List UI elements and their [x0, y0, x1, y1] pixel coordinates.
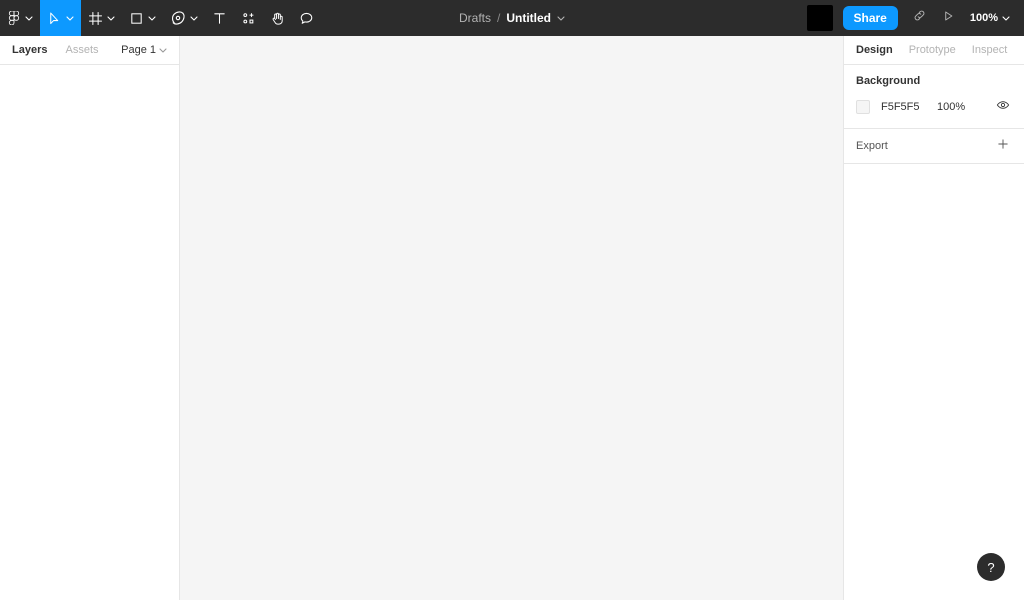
add-export-button[interactable]	[994, 137, 1012, 155]
zoom-chevron-down-icon	[1002, 15, 1010, 21]
toolbar-left-tools	[0, 0, 321, 36]
figma-app-window: Drafts / Untitled Share 100% Layers Asse…	[0, 0, 1024, 600]
tool-resources[interactable]	[234, 0, 263, 36]
left-sidebar: Layers Assets Page 1	[0, 36, 180, 600]
link-icon	[912, 8, 927, 28]
tab-inspect[interactable]: Inspect	[972, 44, 1007, 56]
tool-shape[interactable]	[122, 0, 147, 36]
tool-move-chevron-down-icon[interactable]	[65, 0, 81, 36]
document-menu-chevron-down-icon[interactable]	[557, 15, 565, 21]
background-section-title: Background	[856, 75, 921, 87]
eye-icon	[996, 98, 1010, 117]
page-selector[interactable]: Page 1	[121, 44, 167, 56]
comment-bubble-icon	[299, 11, 314, 26]
main-body: Layers Assets Page 1 Design Prototype In…	[0, 36, 1024, 600]
tool-frame-chevron-down-icon[interactable]	[106, 0, 122, 36]
background-visibility-toggle[interactable]	[994, 98, 1012, 116]
page-chevron-down-icon	[159, 47, 167, 53]
background-color-row: F5F5F5 100%	[856, 98, 1012, 116]
breadcrumb-separator: /	[497, 11, 501, 25]
help-button[interactable]: ?	[977, 553, 1005, 581]
text-t-icon	[212, 11, 227, 26]
main-menu-button[interactable]	[0, 0, 24, 36]
square-icon	[129, 11, 144, 26]
tool-pen-chevron-down-icon[interactable]	[189, 0, 205, 36]
toolbar-right-cluster: Share 100%	[806, 0, 1024, 36]
export-section-title: Export	[856, 140, 888, 152]
avatar[interactable]	[806, 5, 833, 31]
top-toolbar: Drafts / Untitled Share 100%	[0, 0, 1024, 36]
tool-frame[interactable]	[81, 0, 106, 36]
main-menu-chevron-down-icon[interactable]	[24, 0, 40, 36]
background-opacity-value[interactable]: 100%	[937, 101, 965, 113]
copy-link-button[interactable]	[906, 4, 934, 32]
tool-text[interactable]	[205, 0, 234, 36]
page-name-label: Page 1	[121, 44, 156, 56]
share-button[interactable]: Share	[842, 6, 898, 30]
zoom-control[interactable]: 100%	[962, 0, 1014, 36]
frame-icon	[88, 11, 103, 26]
pen-icon	[170, 10, 186, 26]
right-sidebar: Design Prototype Inspect Background F5F5…	[843, 36, 1024, 600]
background-hex-value[interactable]: F5F5F5	[881, 101, 937, 113]
background-color-swatch[interactable]	[856, 100, 870, 114]
tool-move[interactable]	[40, 0, 65, 36]
present-button[interactable]	[934, 4, 962, 32]
tab-design[interactable]: Design	[856, 44, 893, 56]
tool-comment[interactable]	[292, 0, 321, 36]
figma-logo-icon	[7, 11, 21, 25]
play-icon	[941, 9, 955, 28]
plus-icon	[996, 137, 1010, 156]
layers-list[interactable]	[0, 65, 179, 600]
hand-icon	[270, 11, 285, 26]
breadcrumb-file-name[interactable]: Untitled	[506, 11, 551, 25]
tool-pen[interactable]	[163, 0, 189, 36]
zoom-level-value: 100%	[969, 12, 998, 24]
tool-shape-chevron-down-icon[interactable]	[147, 0, 163, 36]
components-icon	[241, 11, 256, 26]
tab-layers[interactable]: Layers	[12, 44, 47, 56]
cursor-arrow-icon	[47, 11, 62, 26]
left-sidebar-tabs: Layers Assets Page 1	[0, 36, 179, 65]
background-section: Background F5F5F5 100%	[844, 65, 1024, 129]
design-canvas[interactable]	[180, 36, 843, 600]
breadcrumb-folder[interactable]: Drafts	[459, 11, 491, 25]
export-section: Export	[844, 129, 1024, 164]
tab-prototype[interactable]: Prototype	[909, 44, 956, 56]
right-sidebar-tabs: Design Prototype Inspect	[844, 36, 1024, 65]
tab-assets[interactable]: Assets	[65, 44, 98, 56]
tool-hand[interactable]	[263, 0, 292, 36]
